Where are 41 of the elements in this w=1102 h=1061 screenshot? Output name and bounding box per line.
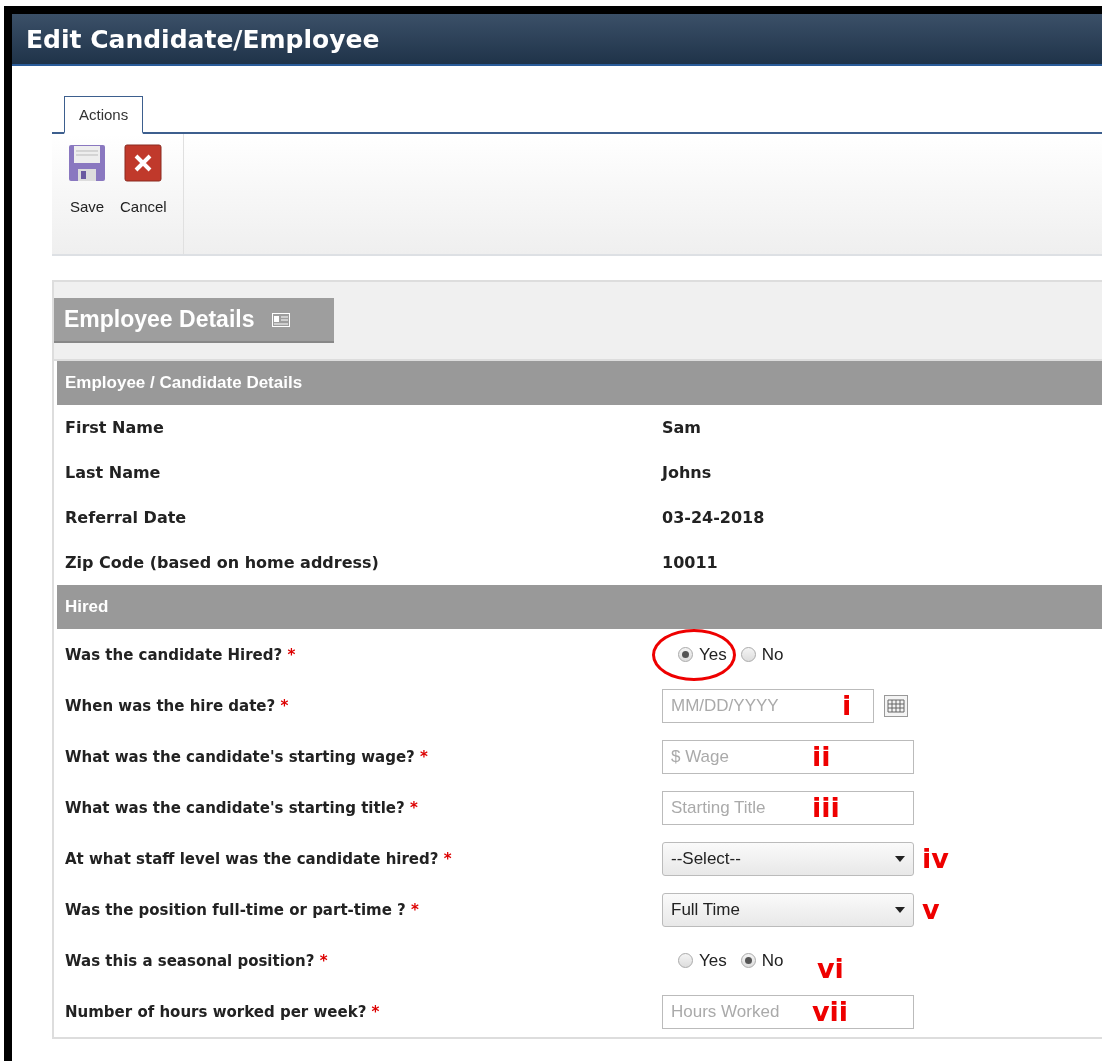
window-title: Edit Candidate/Employee: [26, 24, 380, 54]
id-card-icon: [272, 312, 291, 327]
question-label: Number of hours worked per week? *: [65, 1002, 381, 1021]
field-value: 10011: [662, 553, 718, 572]
close-icon: [124, 144, 163, 182]
dropdown[interactable]: --Select--: [662, 841, 914, 876]
annotation-label: vii: [812, 996, 849, 1027]
section-title: Hired: [65, 597, 109, 616]
annotation-label: iii: [812, 792, 840, 823]
question-label: Was the position full-time or part-time ? *: [65, 900, 420, 919]
question-label: Was the candidate Hired? *: [65, 645, 297, 664]
dropdown[interactable]: Full Time: [662, 892, 914, 927]
question-label: When was the hire date? *: [65, 696, 290, 715]
field-label: Referral Date: [65, 508, 188, 527]
radio-option[interactable]: No: [738, 948, 786, 973]
calendar-icon[interactable]: [884, 694, 908, 717]
field-value: Johns: [662, 463, 712, 482]
question-label: What was the candidate's starting wage? *: [65, 747, 429, 766]
section-title: Employee / Candidate Details: [65, 373, 303, 392]
annotation-label: ii: [812, 741, 831, 772]
radio-option[interactable]: Yes: [676, 948, 729, 973]
save-button[interactable]: Save: [64, 144, 110, 224]
radio-option[interactable]: Yes: [676, 642, 729, 667]
question-label: What was the candidate's starting title? *: [65, 798, 419, 817]
question-label: At what staff level was the candidate hired? *: [65, 849, 453, 868]
field-label: Zip Code (based on home address): [65, 553, 380, 572]
annotation-label: i: [842, 690, 852, 721]
annotation-label: vi: [817, 952, 844, 984]
panel-title: Employee Details: [64, 306, 255, 333]
field-value: Sam: [662, 418, 701, 437]
annotation-label: v: [922, 894, 940, 925]
question-label: Was this a seasonal position? *: [65, 951, 329, 970]
caret-icon: [895, 906, 905, 913]
tab[interactable]: Actions: [64, 96, 144, 134]
field-label: Last Name: [65, 463, 162, 482]
cancel-button[interactable]: Cancel: [116, 144, 171, 224]
annotation-label: iv: [922, 843, 949, 874]
field-value: 03-24-2018: [662, 508, 765, 527]
caret-icon: [895, 855, 905, 862]
field-label: First Name: [65, 418, 165, 437]
radio-option[interactable]: No: [738, 642, 786, 667]
